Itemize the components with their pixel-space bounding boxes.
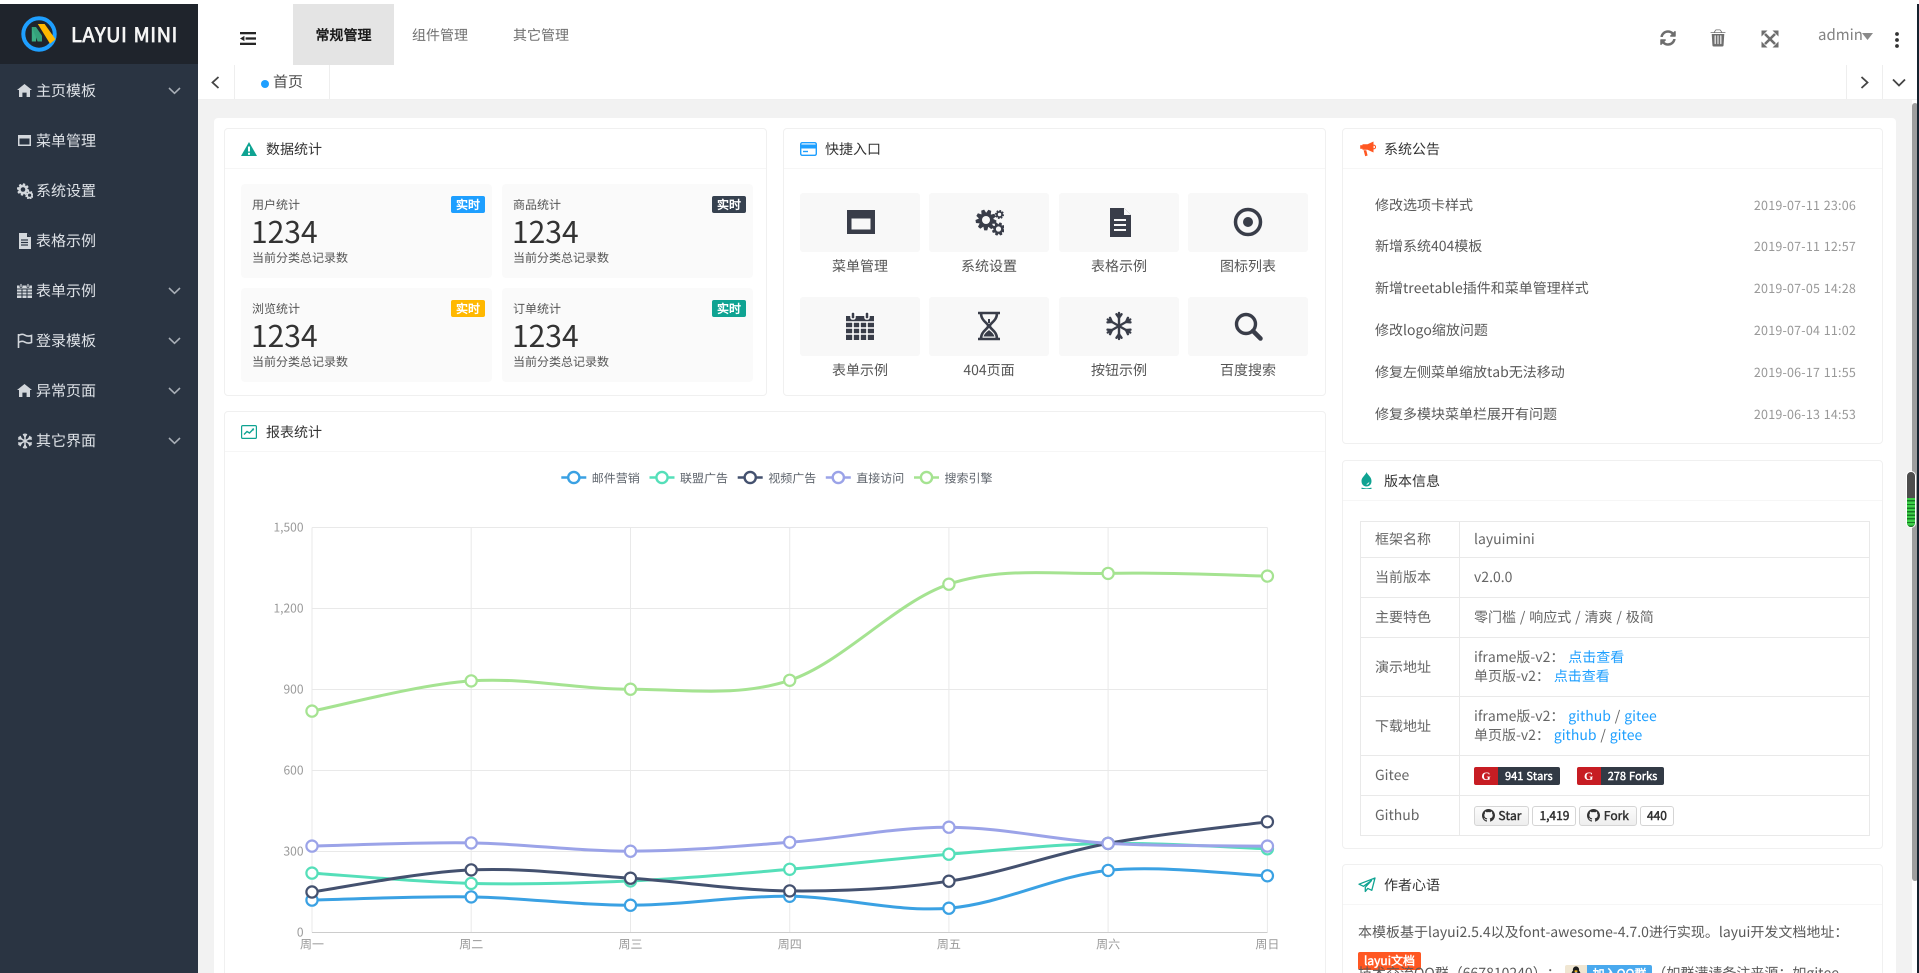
svg-text:联盟广告: 联盟广告 xyxy=(680,470,728,487)
svg-text:视频广告: 视频广告 xyxy=(768,470,816,487)
svg-text:周二: 周二 xyxy=(459,936,483,953)
svg-text:900: 900 xyxy=(284,681,304,698)
svg-text:周五: 周五 xyxy=(937,936,961,953)
svg-text:邮件营销: 邮件营销 xyxy=(592,470,640,487)
svg-text:1,200: 1,200 xyxy=(274,600,304,617)
svg-text:搜索引擎: 搜索引擎 xyxy=(945,470,993,487)
svg-text:周日: 周日 xyxy=(1255,936,1279,953)
svg-text:周一: 周一 xyxy=(300,936,324,953)
svg-text:1,500: 1,500 xyxy=(274,519,304,536)
svg-text:周四: 周四 xyxy=(778,936,802,953)
svg-text:周三: 周三 xyxy=(618,936,642,953)
svg-text:300: 300 xyxy=(284,843,304,860)
svg-text:直接访问: 直接访问 xyxy=(856,470,904,487)
svg-text:600: 600 xyxy=(284,762,304,779)
svg-text:周六: 周六 xyxy=(1096,936,1120,953)
